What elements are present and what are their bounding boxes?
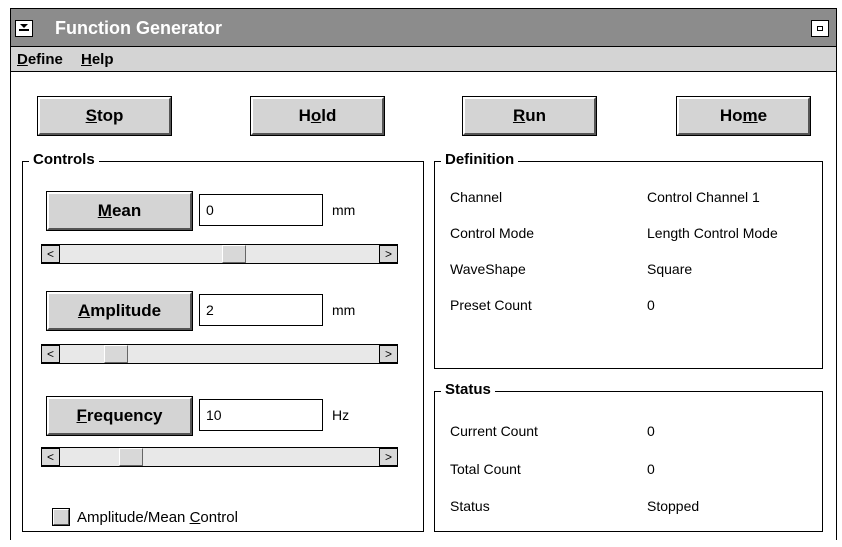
scroll-left-icon[interactable]: < bbox=[41, 448, 60, 466]
scroll-left-icon[interactable]: < bbox=[41, 245, 60, 263]
scroll-right-icon[interactable]: > bbox=[379, 345, 398, 363]
menu-help[interactable]: Help bbox=[81, 51, 114, 68]
minimize-icon[interactable] bbox=[811, 20, 829, 37]
amplitude-button[interactable]: Amplitude bbox=[46, 291, 193, 331]
frequency-slider[interactable]: < > bbox=[41, 447, 398, 467]
definition-group-title: Definition bbox=[441, 151, 519, 169]
menu-define[interactable]: Define bbox=[17, 51, 63, 68]
mean-input[interactable]: 0 bbox=[199, 194, 323, 226]
amplitude-slider-thumb[interactable] bbox=[104, 345, 129, 363]
mean-slider-thumb[interactable] bbox=[222, 245, 247, 263]
definition-group: Definition Channel Control Channel 1 Con… bbox=[434, 151, 823, 369]
definition-label: WaveShape bbox=[450, 261, 526, 277]
status-group: Status Current Count 0 Total Count 0 Sta… bbox=[434, 381, 823, 532]
definition-value: Control Channel 1 bbox=[647, 189, 760, 205]
frequency-unit: Hz bbox=[332, 407, 350, 423]
definition-value: Length Control Mode bbox=[647, 225, 778, 241]
home-button[interactable]: Ho m e bbox=[676, 96, 811, 136]
stop-button[interactable]: Stop bbox=[37, 96, 172, 136]
status-label: Current Count bbox=[450, 423, 538, 439]
menu-bar: Define Help bbox=[11, 47, 836, 72]
system-menu-icon[interactable] bbox=[15, 20, 33, 37]
controls-group-title: Controls bbox=[29, 151, 99, 169]
definition-label: Channel bbox=[450, 189, 503, 205]
scroll-right-icon[interactable]: > bbox=[379, 448, 398, 466]
status-value: 0 bbox=[647, 461, 655, 477]
definition-value: 0 bbox=[647, 297, 655, 313]
status-label: Total Count bbox=[450, 461, 521, 477]
status-value: Stopped bbox=[647, 498, 700, 514]
run-button[interactable]: Run bbox=[462, 96, 597, 136]
amplitude-slider[interactable]: < > bbox=[41, 344, 398, 364]
status-group-title: Status bbox=[441, 381, 495, 399]
amplitude-input[interactable]: 2 bbox=[199, 294, 323, 326]
amplitude-mean-control-checkbox[interactable]: Amplitude/Mean Control bbox=[52, 507, 238, 527]
hold-button[interactable]: Ho ld bbox=[250, 96, 385, 136]
title-bar[interactable]: Function Generator bbox=[11, 9, 836, 47]
window-title: Function Generator bbox=[55, 18, 223, 38]
mean-unit: mm bbox=[332, 202, 356, 218]
frequency-slider-thumb[interactable] bbox=[119, 448, 143, 466]
frequency-button[interactable]: Frequency bbox=[46, 396, 193, 436]
definition-label: Control Mode bbox=[450, 225, 535, 241]
definition-label: Preset Count bbox=[450, 297, 532, 313]
status-value: 0 bbox=[647, 423, 655, 439]
mean-slider[interactable]: < > bbox=[41, 244, 398, 264]
scroll-left-icon[interactable]: < bbox=[41, 345, 60, 363]
controls-group: Controls Mean 0 mm < > Amplitude 2 mm < … bbox=[22, 151, 424, 532]
checkbox-box[interactable] bbox=[52, 508, 70, 526]
frequency-input[interactable]: 10 bbox=[199, 399, 323, 431]
amplitude-unit: mm bbox=[332, 302, 356, 318]
definition-value: Square bbox=[647, 261, 693, 277]
mean-button[interactable]: Mean bbox=[46, 191, 193, 231]
function-generator-window: Function Generator Define Help Stop Ho ld… bbox=[10, 8, 837, 540]
client-area: Stop Ho ld Run Ho m e Controls Mean 0 mm < … bbox=[11, 73, 836, 540]
status-label: Status bbox=[450, 498, 490, 514]
scroll-right-icon[interactable]: > bbox=[379, 245, 398, 263]
checkbox-label: Amplitude/Mean Control bbox=[77, 508, 238, 526]
